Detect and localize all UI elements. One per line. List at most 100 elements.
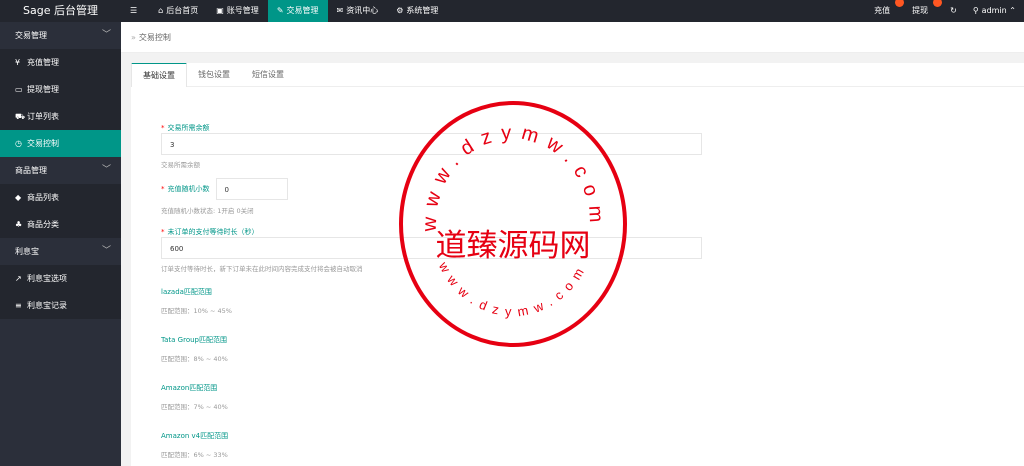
right-tools: 充值 提现 ↻ ⚲ admin ⌃ xyxy=(866,0,1024,22)
nav-home[interactable]: ⌂ 后台首页 xyxy=(149,0,207,22)
username: admin xyxy=(981,6,1007,15)
field-random-decimal: * 充值随机小数 0 充值随机小数状态: 1开启 0关闭 xyxy=(161,177,721,215)
settings-tabs: 基础设置 钱包设置 短信设置 xyxy=(131,63,1024,87)
sidebar-item-interest-records[interactable]: ≡ 利息宝记录 xyxy=(0,292,121,319)
settings-card: 基础设置 钱包设置 短信设置 * 交易所需余额 3 交易所需余额 * 充值随机小数 … xyxy=(131,63,1024,466)
required-mark: * xyxy=(161,124,165,132)
refresh-icon: ↻ xyxy=(950,6,957,15)
recharge-notice-button[interactable]: 充值 xyxy=(866,0,905,22)
required-mark: * xyxy=(161,185,165,193)
payment-wait-input[interactable]: 600 xyxy=(161,237,702,259)
withdraw-badge xyxy=(933,0,943,7)
recharge-label: 充值 xyxy=(874,6,891,15)
sidebar-item-orders[interactable]: ⛟ 订单列表 xyxy=(0,103,121,130)
sidebar-item-label: 订单列表 xyxy=(27,112,59,121)
refresh-button[interactable]: ↻ xyxy=(942,0,965,22)
top-bar: Sage 后台管理 ☰ ⌂ 后台首页 ▣ 账号管理 ✎ 交易管理 ✉ 资讯中心 ⚙ 系统管… xyxy=(0,0,1024,22)
sidebar-item-goods-category[interactable]: ♣ 商品分类 xyxy=(0,211,121,238)
home-icon: ⌂ xyxy=(158,6,164,15)
breadcrumb-separator: » xyxy=(131,33,136,42)
wrench-icon: ✎ xyxy=(276,6,284,15)
field-lazada-range: lazada匹配范围 匹配范围：10% ~ 45% xyxy=(161,287,721,315)
nav-system-label: 系统管理 xyxy=(406,6,439,15)
sidebar: 交易管理 ﹀ ¥ 充值管理 ▭ 提现管理 ⛟ 订单列表 ◷ 交易控制 商品管理 ﹀ ◆ 商品列… xyxy=(0,22,121,466)
gear-icon: ⚙ xyxy=(396,6,404,15)
field-label: lazada匹配范围 xyxy=(161,288,212,296)
field-help: 订单支付等待时长，新下订单未在此时间内容完成支付将会被自动取消 xyxy=(161,265,363,273)
main-content: » 交易控制 基础设置 钱包设置 短信设置 * 交易所需余额 3 交易所需余额 * 充… xyxy=(121,22,1024,466)
sidebar-item-goods-list[interactable]: ◆ 商品列表 xyxy=(0,184,121,211)
money-icon: ▭ xyxy=(15,85,23,94)
yen-icon: ¥ xyxy=(15,58,21,67)
field-help: 匹配范围：6% ~ 33% xyxy=(161,451,228,459)
nav-news-label: 资讯中心 xyxy=(346,6,379,15)
field-help: 匹配范围：8% ~ 40% xyxy=(161,355,228,363)
category-icon: ♣ xyxy=(15,220,23,229)
tab-sms[interactable]: 短信设置 xyxy=(241,63,295,87)
sidebar-item-label: 利息宝记录 xyxy=(27,301,67,310)
tab-basic[interactable]: 基础设置 xyxy=(131,63,187,87)
sidebar-group-label: 商品管理 xyxy=(15,166,47,175)
nav-news[interactable]: ✉ 资讯中心 xyxy=(328,0,388,22)
field-label: Tata Group匹配范围 xyxy=(161,336,227,344)
field-label: 未订单的支付等待时长（秒） xyxy=(167,228,259,236)
nav-trading[interactable]: ✎ 交易管理 xyxy=(267,0,328,22)
chevron-down-icon: ⌃ xyxy=(1009,6,1016,15)
field-help: 匹配范围：7% ~ 40% xyxy=(161,403,228,411)
field-amazon-range: Amazon匹配范围 匹配范围：7% ~ 40% xyxy=(161,383,721,411)
nav-accounts-label: 账号管理 xyxy=(226,6,259,15)
megaphone-icon: ✉ xyxy=(336,6,344,15)
withdraw-label: 提现 xyxy=(912,6,929,15)
sidebar-item-interest-options[interactable]: ↗ 利息宝选项 xyxy=(0,265,121,292)
field-tata-range: Tata Group匹配范围 匹配范围：8% ~ 40% xyxy=(161,335,721,363)
nav-accounts[interactable]: ▣ 账号管理 xyxy=(207,0,268,22)
sidebar-group-trading[interactable]: 交易管理 ﹀ xyxy=(0,22,121,49)
random-decimal-input[interactable]: 0 xyxy=(215,178,288,200)
sidebar-item-label: 商品分类 xyxy=(27,220,59,229)
cart-icon: ⛟ xyxy=(15,112,26,121)
tab-wallet[interactable]: 钱包设置 xyxy=(187,63,241,87)
chevron-down-icon: ﹀ xyxy=(101,165,111,175)
sidebar-item-withdraw[interactable]: ▭ 提现管理 xyxy=(0,76,121,103)
field-help: 充值随机小数状态: 1开启 0关闭 xyxy=(161,207,254,215)
sidebar-item-label: 商品列表 xyxy=(27,193,59,202)
settings-form: * 交易所需余额 3 交易所需余额 * 充值随机小数 0 充值随机小数状态: 1开启… xyxy=(161,123,721,459)
recharge-badge xyxy=(895,0,905,7)
sidebar-item-label: 提现管理 xyxy=(27,85,59,94)
user-menu[interactable]: ⚲ admin ⌃ xyxy=(965,0,1024,22)
user-icon: ⚲ xyxy=(972,6,979,15)
nav-home-label: 后台首页 xyxy=(166,6,199,15)
top-nav: ☰ ⌂ 后台首页 ▣ 账号管理 ✎ 交易管理 ✉ 资讯中心 ⚙ 系统管理 xyxy=(121,0,447,22)
id-card-icon: ▣ xyxy=(216,6,224,15)
field-amazon-v4-range: Amazon v4匹配范围 匹配范围：6% ~ 33% xyxy=(161,431,721,459)
field-label: 交易所需余额 xyxy=(167,124,210,132)
required-mark: * xyxy=(161,228,165,236)
field-help: 交易所需余额 xyxy=(161,161,200,169)
field-payment-wait: * 未订单的支付等待时长（秒） 600 订单支付等待时长，新下订单未在此时间内容完… xyxy=(161,227,721,273)
sidebar-group-goods[interactable]: 商品管理 ﹀ xyxy=(0,157,121,184)
field-label: 充值随机小数 xyxy=(167,185,210,193)
sidebar-item-label: 交易控制 xyxy=(27,139,59,148)
sidebar-group-interest[interactable]: 利息宝 ﹀ xyxy=(0,238,121,265)
app-logo: Sage 后台管理 xyxy=(23,4,98,17)
menu-toggle-button[interactable]: ☰ xyxy=(121,0,149,22)
nav-trading-label: 交易管理 xyxy=(286,6,319,15)
trade-balance-input[interactable]: 3 xyxy=(161,133,702,155)
sidebar-group-label: 利息宝 xyxy=(15,247,39,256)
field-label: Amazon v4匹配范围 xyxy=(161,432,229,440)
sidebar-item-trade-control[interactable]: ◷ 交易控制 xyxy=(0,130,121,157)
field-help: 匹配范围：10% ~ 45% xyxy=(161,307,232,315)
list-icon: ≡ xyxy=(15,301,22,310)
field-trade-balance: * 交易所需余额 3 交易所需余额 xyxy=(161,123,721,169)
chart-icon: ↗ xyxy=(15,274,22,283)
sidebar-item-recharge[interactable]: ¥ 充值管理 xyxy=(0,49,121,76)
sidebar-group-label: 交易管理 xyxy=(15,31,47,40)
cube-icon: ◆ xyxy=(15,193,22,202)
chevron-down-icon: ﹀ xyxy=(101,246,111,256)
sidebar-item-label: 利息宝选项 xyxy=(27,274,67,283)
breadcrumb: » 交易控制 xyxy=(121,22,1024,53)
nav-system[interactable]: ⚙ 系统管理 xyxy=(387,0,447,22)
menu-icon: ☰ xyxy=(130,6,138,15)
breadcrumb-current: 交易控制 xyxy=(138,33,171,42)
withdraw-notice-button[interactable]: 提现 xyxy=(904,0,943,22)
